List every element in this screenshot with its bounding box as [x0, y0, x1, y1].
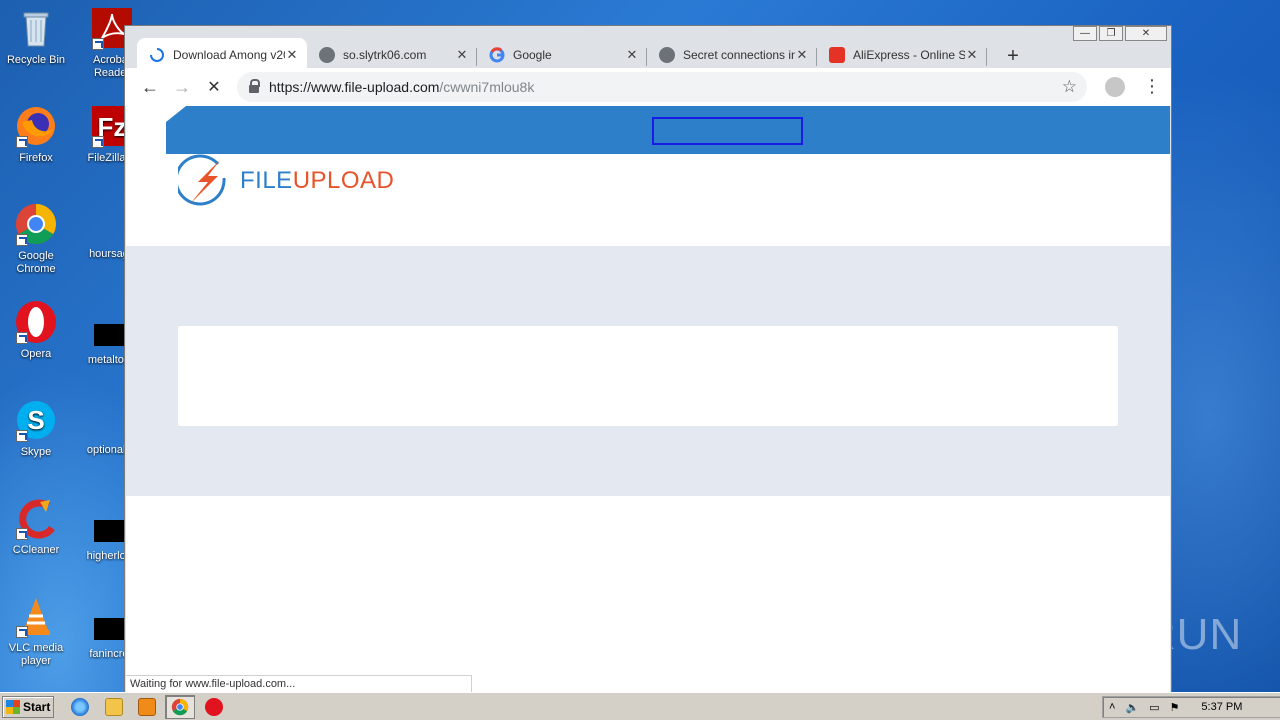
- url-path: /cwwni7mlou8k: [439, 79, 535, 95]
- content-band: [126, 246, 1170, 496]
- firefox-icon: [14, 104, 58, 148]
- new-tab-button[interactable]: +: [1002, 45, 1024, 68]
- status-bubble: Waiting for www.file-upload.com...: [126, 675, 472, 692]
- ie-icon[interactable]: [71, 698, 89, 716]
- vlc-shortcut[interactable]: VLC media player: [0, 594, 72, 668]
- logo-text-upload: UPLOAD: [292, 167, 395, 194]
- vlc-icon: [14, 594, 58, 638]
- tab-strip: Download Among v20... ✕ so.slytrk06.com …: [125, 34, 1171, 72]
- skype-shortcut[interactable]: S Skype: [0, 398, 72, 459]
- tray-expand-icon[interactable]: ˄: [1109, 701, 1115, 713]
- chrome-icon: [171, 698, 189, 716]
- tab-google[interactable]: Google ✕: [477, 38, 647, 72]
- chrome-shortcut[interactable]: Google Chrome: [0, 202, 72, 276]
- profile-avatar-icon[interactable]: [1105, 77, 1125, 97]
- tab-close-icon[interactable]: ✕: [455, 47, 469, 63]
- chrome-icon: [14, 202, 58, 246]
- media-player-icon[interactable]: [138, 698, 156, 716]
- browser-toolbar: ← → ✕ https://www.file-upload.com/cwwni7…: [125, 68, 1171, 106]
- explorer-icon[interactable]: [105, 698, 123, 716]
- svg-text:S: S: [27, 405, 44, 435]
- ccleaner-icon: [14, 496, 58, 540]
- loading-spinner-icon: [150, 48, 164, 62]
- skype-icon: S: [14, 398, 58, 442]
- url-host: https://www.file-upload.com: [269, 79, 440, 95]
- opera-icon[interactable]: [205, 698, 223, 716]
- recycle-bin-shortcut[interactable]: Recycle Bin: [0, 6, 72, 67]
- opera-icon: [14, 300, 58, 344]
- address-bar[interactable]: https://www.file-upload.com/cwwni7mlou8k…: [237, 72, 1087, 102]
- opera-shortcut[interactable]: Opera: [0, 300, 72, 361]
- network-icon[interactable]: ▭: [1149, 701, 1159, 714]
- tab-close-icon[interactable]: ✕: [965, 47, 979, 63]
- lock-icon: [249, 79, 260, 93]
- bookmark-star-icon[interactable]: ☆: [1062, 77, 1077, 97]
- tab-download-among[interactable]: Download Among v20... ✕: [137, 38, 307, 72]
- ccleaner-shortcut[interactable]: CCleaner: [0, 496, 72, 557]
- volume-icon[interactable]: 🔈: [1125, 701, 1139, 714]
- google-icon: [489, 47, 505, 63]
- site-header-bar: [126, 106, 1170, 154]
- fileupload-logo[interactable]: FILEUPLOAD: [178, 154, 394, 208]
- recycle-bin-icon: [14, 6, 58, 50]
- tab-slytrk[interactable]: so.slytrk06.com ✕: [307, 38, 477, 72]
- system-tray: ˄ 🔈 ▭ ⚑ 5:37 PM: [1102, 696, 1280, 718]
- stop-loading-button[interactable]: ✕: [199, 77, 229, 97]
- globe-icon: [659, 47, 675, 63]
- action-center-flag-icon[interactable]: ⚑: [1170, 701, 1180, 714]
- tab-secret-connections[interactable]: Secret connections in... ✕: [647, 38, 817, 72]
- logo-text-file: FILE: [240, 167, 293, 194]
- page-viewport: FILEUPLOAD Waiting for www.file-upload.c…: [126, 106, 1170, 692]
- clock[interactable]: 5:37 PM: [1201, 701, 1242, 713]
- start-button[interactable]: Start: [2, 696, 54, 718]
- windows-flag-icon: [6, 700, 20, 714]
- highlighted-element-box[interactable]: [652, 117, 803, 145]
- firefox-shortcut[interactable]: Firefox: [0, 104, 72, 165]
- tab-close-icon[interactable]: ✕: [285, 47, 299, 63]
- tab-aliexpress[interactable]: AliExpress - Online Sh... ✕: [817, 38, 987, 72]
- taskbar-chrome-active[interactable]: [165, 695, 195, 719]
- chrome-window: — ❐ ✕ Download Among v20... ✕ so.slytrk0…: [124, 25, 1172, 693]
- aliexpress-icon: [829, 47, 845, 63]
- forward-button[interactable]: →: [167, 77, 197, 98]
- content-card: [178, 326, 1118, 426]
- back-button[interactable]: ←: [135, 77, 165, 98]
- taskbar: Start ˄ 🔈 ▭ ⚑ 5:37 PM: [0, 692, 1280, 720]
- globe-icon: [319, 47, 335, 63]
- fileupload-logo-icon: [178, 154, 226, 206]
- menu-kebab-icon[interactable]: ⋮: [1143, 76, 1161, 97]
- tab-close-icon[interactable]: ✕: [625, 47, 639, 63]
- tab-close-icon[interactable]: ✕: [795, 47, 809, 63]
